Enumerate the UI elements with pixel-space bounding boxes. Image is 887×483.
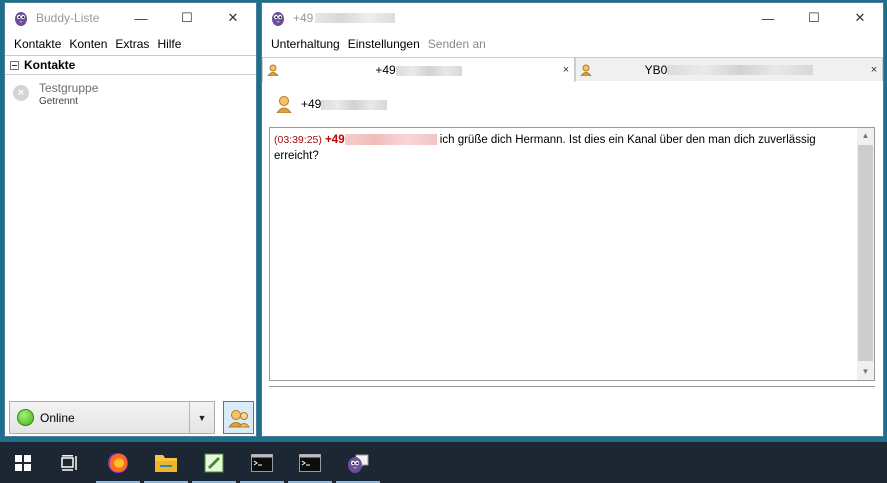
taskbar-file-explorer[interactable] [142,442,190,483]
redacted-name [667,65,814,76]
terminal-icon [299,453,321,472]
menu-hilfe[interactable]: Hilfe [153,37,185,51]
conversation-partner: +49 [301,97,322,111]
person-icon [267,64,279,76]
start-button[interactable] [0,442,46,483]
history-scrollbar[interactable]: ▲ ▼ [857,128,874,380]
tab-close-icon[interactable]: × [558,64,574,76]
buddy-status-text: Getrennt [39,96,78,107]
buddy-item-testgruppe[interactable]: × Testgruppe Getrennt [13,81,98,107]
menu-extras[interactable]: Extras [111,37,153,51]
buddy-list-titlebar[interactable]: Buddy-Liste — ☐ ✕ [5,3,256,33]
person-icon [580,64,592,76]
group-header-kontakte[interactable]: Kontakte [5,55,256,75]
start-icon [15,454,31,471]
buddy-list-title: Buddy-Liste [36,11,100,25]
status-label: Online [40,410,75,425]
firefox-icon [108,452,128,473]
tab-conversation-2[interactable]: YB0 × [575,57,883,81]
menu-senden-an[interactable]: Senden an [424,37,490,51]
message-history[interactable]: (03:39:25) +49 ich grüße dich Hermann. I… [269,127,875,381]
file-explorer-icon [155,454,177,472]
buddy-list-window: Buddy-Liste — ☐ ✕ Kontakte Konten Extras… [4,2,257,437]
menu-einstellungen[interactable]: Einstellungen [344,37,424,51]
conversation-titlebar[interactable]: +49 — ☐ ✕ [262,3,883,33]
conversation-tabs: +49 × YB0 × [262,55,883,82]
minimize-button[interactable]: — [118,3,164,33]
group-label: Kontakte [24,58,76,72]
scroll-up-icon[interactable]: ▲ [857,128,874,144]
pidgin-icon [272,12,284,26]
buddy-avatar-icon [276,96,292,113]
scroll-thumb[interactable] [858,145,873,361]
conversation-menubar: Unterhaltung Einstellungen Senden an [262,33,883,55]
close-button[interactable]: ✕ [837,3,883,33]
message-sender: +49 [325,134,345,146]
notepad-icon [204,453,224,472]
offline-status-icon: × [13,85,29,101]
task-view-icon [61,454,77,471]
taskbar-pidgin[interactable] [334,442,382,483]
terminal-icon [251,453,273,472]
maximize-button[interactable]: ☐ [164,3,210,33]
tab-close-icon[interactable]: × [866,64,882,76]
conversation-window: +49 — ☐ ✕ Unterhaltung Einstellungen Sen… [261,2,884,437]
taskbar-firefox[interactable] [94,442,142,483]
redacted-number [315,13,396,23]
buddy-icon-button[interactable] [223,401,254,434]
online-status-icon [17,409,34,426]
message-timestamp: (03:39:25) [274,134,322,146]
tab-conversation-1[interactable]: +49 × [262,57,575,82]
menu-konten[interactable]: Konten [65,37,111,51]
conversation-title: +49 [293,11,314,25]
redacted-number [395,65,462,76]
buddy-name: Testgruppe [39,81,99,95]
tab-label: +49 [375,63,396,77]
message-input[interactable] [269,386,875,434]
taskbar [0,442,887,483]
pidgin-icon [348,454,369,473]
taskbar-terminal-2[interactable] [286,442,334,483]
taskbar-notepad[interactable] [190,442,238,483]
menu-kontakte[interactable]: Kontakte [10,37,65,51]
tab-label: YB0 [644,62,668,77]
task-view-button[interactable] [46,442,94,483]
close-button[interactable]: ✕ [210,3,256,33]
message: (03:39:25) +49 ich grüße dich Hermann. I… [270,128,874,164]
dropdown-arrow-icon[interactable]: ▼ [190,413,214,423]
menu-unterhaltung[interactable]: Unterhaltung [267,37,344,51]
collapse-icon[interactable] [10,60,19,70]
pidgin-icon [15,12,27,26]
maximize-button[interactable]: ☐ [791,3,837,33]
minimize-button[interactable]: — [745,3,791,33]
conversation-header: +49 [276,95,388,113]
redacted-sender [344,134,437,146]
buddy-icon [227,409,250,427]
buddy-list-menubar: Kontakte Konten Extras Hilfe [5,33,256,55]
status-selector[interactable]: Online ▼ [9,401,215,434]
taskbar-terminal-1[interactable] [238,442,286,483]
redacted-number [321,99,388,110]
scroll-down-icon[interactable]: ▼ [857,364,874,380]
